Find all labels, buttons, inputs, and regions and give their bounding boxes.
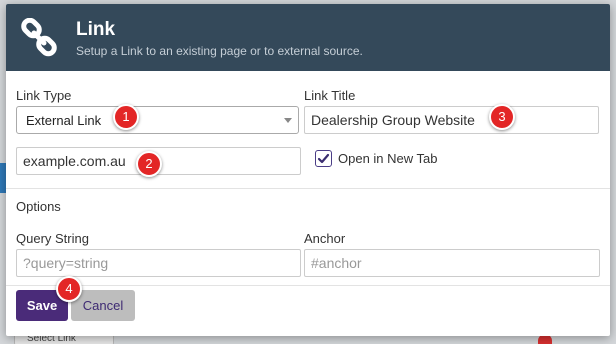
dialog-subtitle: Setup a Link to an existing page or to e… bbox=[76, 44, 363, 58]
query-string-input[interactable] bbox=[16, 249, 301, 277]
dialog-header: Link Setup a Link to an existing page or… bbox=[6, 4, 610, 71]
query-string-label: Query String bbox=[16, 231, 89, 246]
open-new-tab-label: Open in New Tab bbox=[338, 151, 438, 166]
link-title-input[interactable] bbox=[304, 106, 599, 134]
chain-link-icon bbox=[21, 18, 57, 57]
annotation-badge-2: 2 bbox=[136, 151, 162, 177]
link-title-label: Link Title bbox=[304, 88, 356, 103]
dialog-title: Link bbox=[76, 19, 116, 40]
annotation-badge-1: 1 bbox=[113, 104, 139, 130]
link-type-label: Link Type bbox=[16, 88, 72, 103]
link-type-select[interactable]: External Link bbox=[16, 106, 299, 134]
annotation-badge-3: 3 bbox=[489, 104, 515, 130]
section-divider bbox=[6, 188, 610, 189]
footer-divider bbox=[6, 285, 610, 286]
open-new-tab-checkbox[interactable] bbox=[315, 150, 332, 167]
annotation-badge-4: 4 bbox=[56, 276, 82, 302]
options-heading: Options bbox=[16, 199, 61, 214]
link-type-selected-value: External Link bbox=[26, 113, 102, 128]
anchor-input[interactable] bbox=[304, 249, 600, 277]
checkmark-icon bbox=[317, 153, 330, 164]
anchor-label: Anchor bbox=[304, 231, 346, 246]
link-dialog: Link Setup a Link to an existing page or… bbox=[6, 4, 610, 336]
caret-down-icon bbox=[284, 118, 292, 123]
